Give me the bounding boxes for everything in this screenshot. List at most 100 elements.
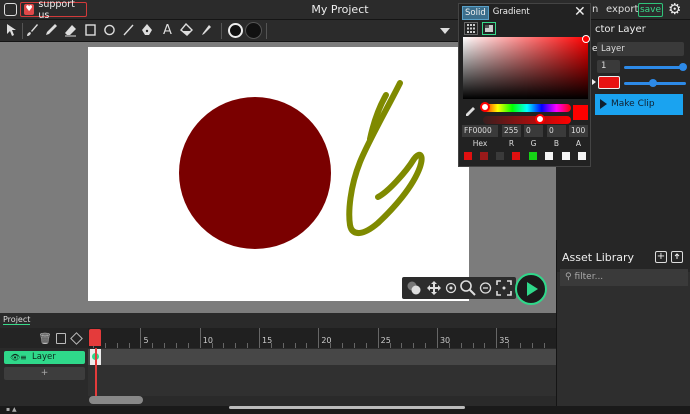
ruler-tick-label: 5 [143,336,149,345]
select-arrow-icon[interactable] [4,23,19,39]
gear-icon[interactable]: ⚙ [668,1,681,18]
opacity-slider-knob[interactable] [649,79,657,87]
color-mode-icon[interactable] [482,22,496,35]
saturation-knob[interactable] [582,35,590,43]
make-clip-button[interactable]: Make Clip [595,94,683,115]
hue-slider-knob[interactable] [480,102,490,112]
ruler-tick [116,343,118,348]
app-menu-icon[interactable] [4,3,17,16]
tab-project[interactable]: Project [3,315,31,325]
playhead-line [95,348,97,396]
trash-icon[interactable]: 🗑 [38,332,52,345]
color-swatch[interactable] [578,152,586,160]
eye-icon[interactable]: 👁 [10,351,20,364]
alpha-input[interactable]: 100 [569,125,588,137]
line-icon[interactable] [121,23,136,39]
ruler-tick [342,343,344,348]
eyedropper-icon[interactable] [199,23,214,39]
lock-icon[interactable]: ≡ [20,351,27,364]
canvas-nav-bar [402,277,516,299]
export-button[interactable]: export [606,4,638,15]
timeline-ruler[interactable]: 5 10 15 20 25 30 35 [88,328,556,348]
clipped-menu-label[interactable]: n [592,4,598,15]
ruler-tick [294,343,296,348]
alpha-slider-knob[interactable] [535,114,545,124]
color-swatch[interactable] [562,152,570,160]
duplicate-icon[interactable] [56,333,66,344]
stroke-width-slider[interactable] [624,66,686,69]
fit-screen-icon[interactable] [495,279,513,297]
save-button[interactable]: save [638,3,663,17]
color-swatch[interactable] [529,152,537,160]
color-swatch[interactable] [464,152,472,160]
ruler-tick [128,343,130,348]
ruler-tick [413,343,415,348]
timeline-resize-handle[interactable] [0,308,556,313]
color-swatch[interactable] [512,152,520,160]
pen-icon[interactable] [140,23,155,39]
add-layer-button[interactable]: + [4,367,85,380]
stroke-width-slider-knob[interactable] [679,63,687,71]
saturation-value-area[interactable] [463,37,588,99]
ruler-tick [104,343,106,348]
alpha-slider[interactable] [483,116,571,124]
ruler-tick [318,328,320,348]
hex-input[interactable]: FF0000 [462,125,498,137]
close-icon[interactable]: ✕ [574,4,586,20]
support-us-button[interactable]: support us [20,0,87,21]
chevron-down-icon[interactable] [440,28,450,34]
circle-icon[interactable] [102,23,117,39]
rectangle-icon[interactable] [83,23,98,39]
ruler-tick [460,343,462,348]
ruler-tick [152,343,154,348]
status-icons: ▪ ▲ [6,406,17,413]
eraser-icon[interactable] [63,23,78,39]
move-icon[interactable] [426,279,442,297]
stroke-width-input[interactable]: 1 [597,60,620,73]
fill-color-swatch[interactable] [246,23,261,38]
brush-icon[interactable] [25,23,40,39]
ruler-tick [531,343,533,348]
fill-bucket-icon[interactable] [179,22,194,39]
zoom-out-icon[interactable] [479,279,492,297]
target-icon[interactable] [445,279,457,297]
add-asset-icon[interactable]: + [655,251,667,263]
color-swatch[interactable] [545,152,553,160]
palette-grid-icon[interactable] [464,22,478,35]
ruler-tick-label: 15 [262,336,273,345]
heart-icon [24,4,35,15]
toolbar-divider [22,23,23,39]
hue-slider[interactable] [483,104,571,112]
play-button[interactable] [515,273,547,305]
layer-color-swatch[interactable] [598,76,620,89]
timeline-scrollbar[interactable] [89,396,143,404]
layer-track[interactable] [88,349,556,365]
playhead-handle[interactable] [89,329,101,346]
import-asset-icon[interactable] [671,251,683,263]
alpha-label: A [575,139,582,148]
tab-solid[interactable]: Solid [462,6,489,20]
layer-name-input[interactable]: Layer [597,42,684,56]
ruler-tick [164,343,166,348]
color-swatch[interactable] [480,152,488,160]
keyframe-diamond-icon[interactable] [70,332,83,345]
current-color-preview [573,105,588,120]
blue-label: B [553,139,560,148]
red-input[interactable]: 255 [502,125,521,137]
blue-input[interactable]: 0 [547,125,566,137]
pencil-icon[interactable] [44,23,59,39]
asset-filter-input[interactable]: ⚲ filter... [560,269,688,286]
onion-skin-icon[interactable] [404,279,424,297]
toolbar-divider [266,23,267,39]
stroke-color-swatch[interactable] [228,23,243,38]
text-icon[interactable]: A [160,23,175,39]
color-swatch[interactable] [496,152,504,160]
ruler-tick [247,343,249,348]
drawing-canvas[interactable] [88,47,469,301]
ruler-tick [496,328,498,348]
zoom-in-icon[interactable] [459,279,477,297]
tab-gradient[interactable]: Gradient [491,6,532,20]
green-input[interactable]: 0 [524,125,543,137]
eyedropper-icon[interactable] [465,106,476,120]
timeline-layer-item[interactable]: 👁 ≡ Layer [4,351,85,364]
